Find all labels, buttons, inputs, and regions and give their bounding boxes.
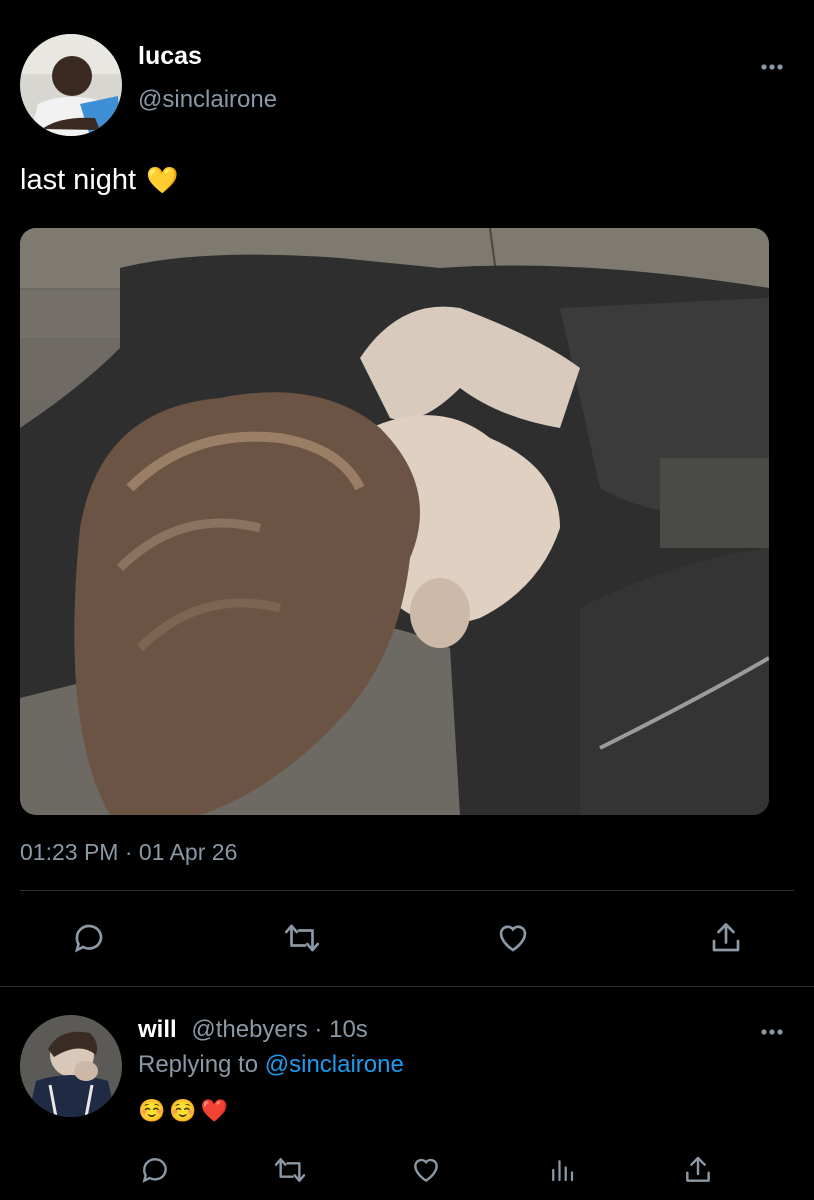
- tweet-timestamp[interactable]: 01:23 PM · 01 Apr 26: [20, 839, 237, 866]
- reply-author-handle[interactable]: @thebyers: [191, 1016, 307, 1043]
- like-icon[interactable]: [404, 1148, 448, 1192]
- red-heart-emoji: ❤️: [200, 1098, 229, 1123]
- reply-icon[interactable]: [133, 1148, 177, 1192]
- reply-author-name[interactable]: will: [138, 1016, 177, 1043]
- photo-image: [20, 228, 769, 815]
- author-avatar[interactable]: [20, 34, 122, 136]
- tweet-text-content: last night: [20, 164, 137, 196]
- reply-icon[interactable]: [67, 916, 111, 960]
- more-options-icon[interactable]: [756, 1021, 788, 1043]
- share-icon[interactable]: [704, 916, 748, 960]
- author-handle[interactable]: @sinclairone: [138, 86, 277, 114]
- author-name[interactable]: lucas: [138, 42, 202, 71]
- time-separator: ·: [307, 1016, 330, 1043]
- analytics-icon[interactable]: [540, 1148, 584, 1192]
- like-icon[interactable]: [491, 916, 535, 960]
- retweet-icon[interactable]: [268, 1148, 312, 1192]
- replying-to: Replying to @sinclairone: [138, 1051, 404, 1079]
- reply-author-avatar[interactable]: [20, 1015, 122, 1117]
- replying-to-label: Replying to: [138, 1051, 259, 1078]
- replying-to-handle[interactable]: @sinclairone: [265, 1051, 404, 1078]
- avatar-photo: [20, 34, 122, 136]
- tweet-photo[interactable]: [20, 228, 769, 815]
- divider: [20, 890, 794, 891]
- tweet-text: last night 💛: [20, 164, 178, 197]
- avatar-photo: [20, 1015, 122, 1117]
- reply-header: will @thebyers · 10s: [138, 1016, 368, 1044]
- share-icon[interactable]: [676, 1148, 720, 1192]
- yellow-heart-emoji: 💛: [146, 165, 179, 195]
- reply-text: ☺️ ☺️ ❤️: [138, 1098, 228, 1124]
- smiling-emoji: ☺️: [138, 1098, 166, 1123]
- more-options-icon[interactable]: [756, 56, 788, 78]
- reply-time[interactable]: 10s: [329, 1016, 368, 1043]
- divider: [0, 986, 814, 987]
- retweet-icon[interactable]: [280, 916, 324, 960]
- smiling-emoji: ☺️: [169, 1098, 197, 1123]
